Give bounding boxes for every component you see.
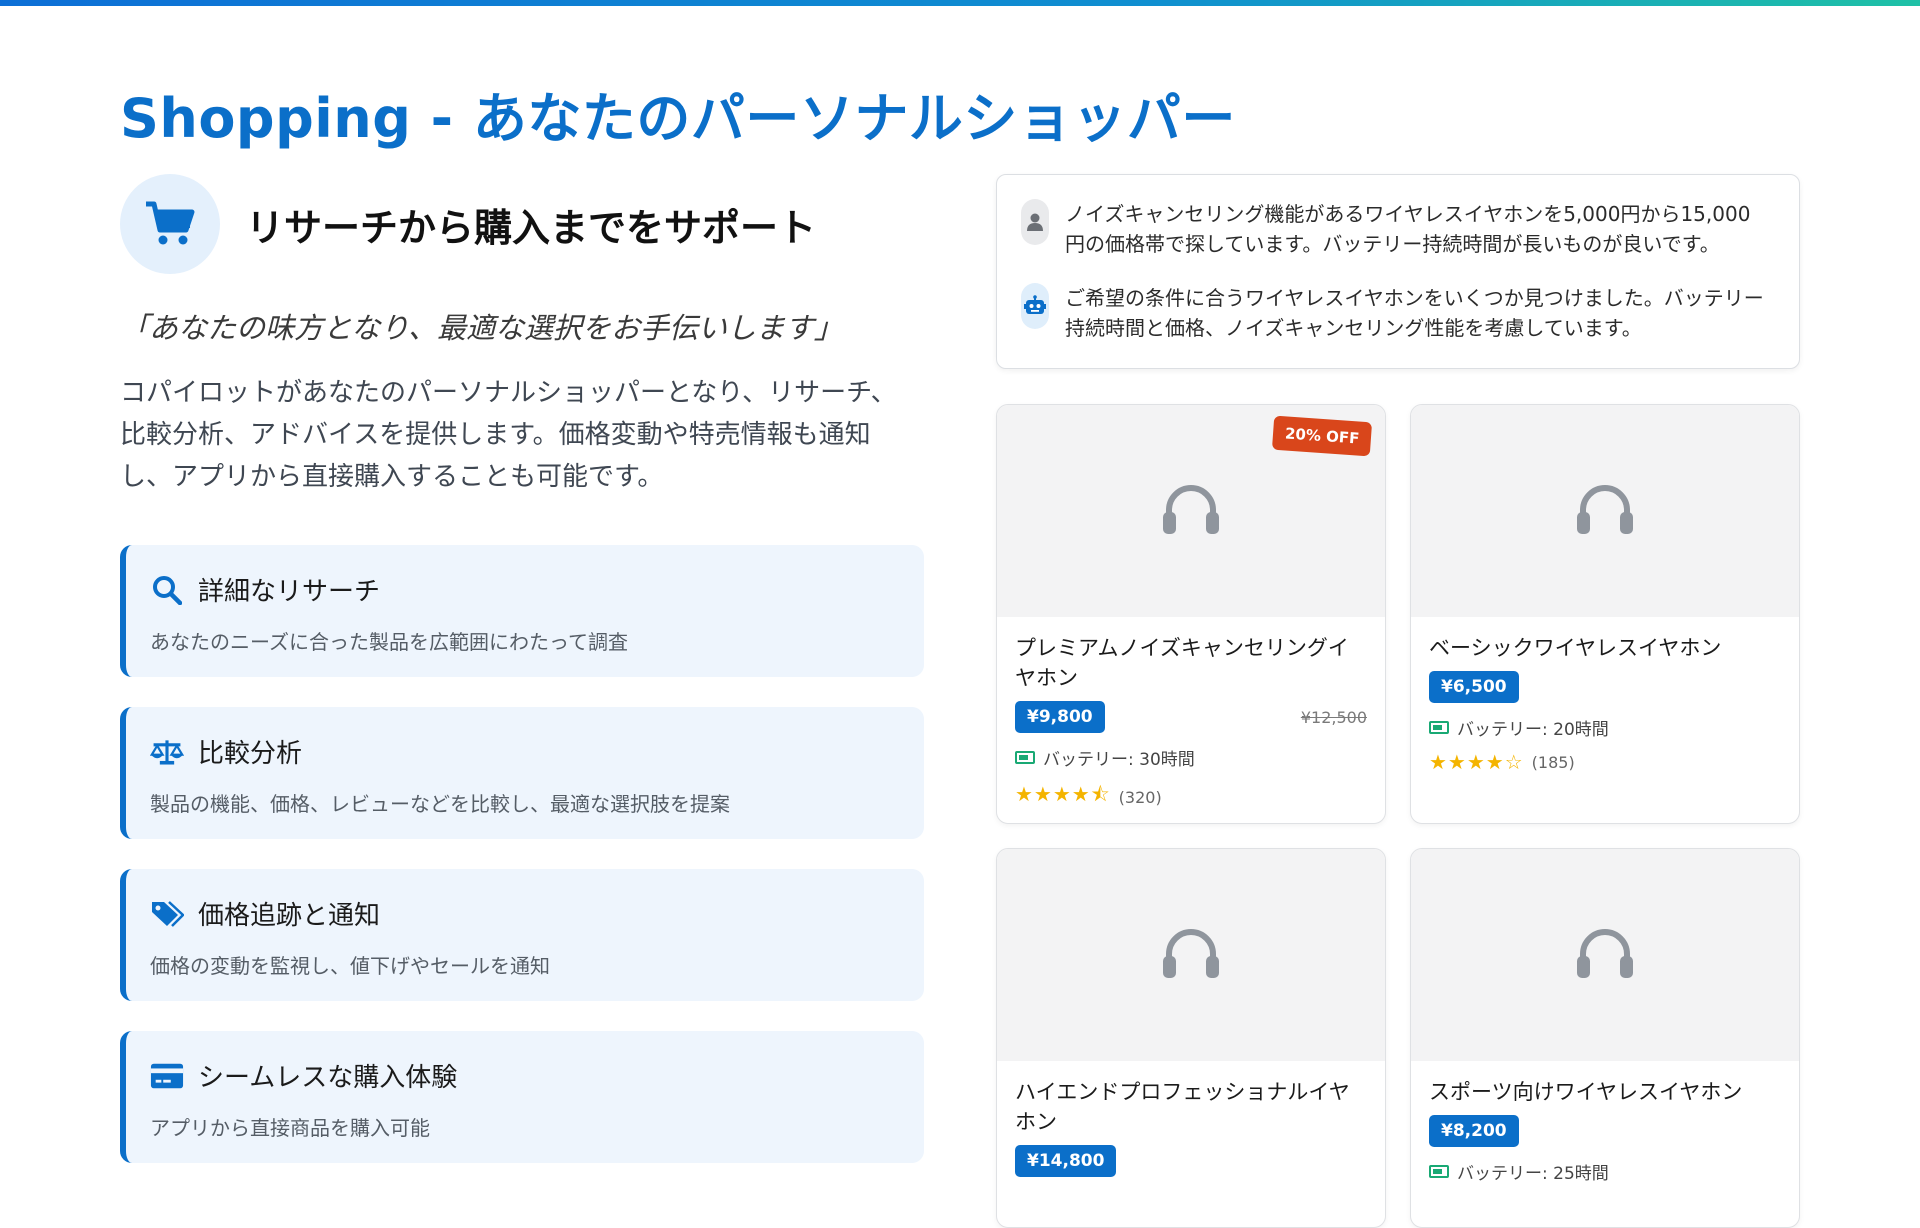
headphones-icon (1575, 926, 1635, 984)
battery-icon (1429, 721, 1449, 734)
headphones-icon (1575, 482, 1635, 540)
product-card[interactable]: 20% OFF プレミアムノイズキャンセリングイヤホン ¥9,800 ¥12,5… (996, 404, 1386, 824)
page-title: Shopping - あなたのパーソナルショッパー (120, 87, 1236, 150)
battery-info: バッテリー: 20時間 (1429, 715, 1781, 740)
credit-card-icon (150, 1059, 184, 1093)
battery-label: バッテリー: 30時間 (1043, 750, 1195, 770)
product-card[interactable]: スポーツ向けワイヤレスイヤホン ¥8,200 バッテリー: 25時間 (1410, 848, 1800, 1228)
price-badge: ¥8,200 (1429, 1115, 1519, 1147)
price-badge: ¥9,800 (1015, 701, 1105, 733)
top-accent-bar (0, 0, 1920, 6)
product-image (997, 849, 1385, 1061)
feature-desc: 価格の変動を監視し、値下げやセールを通知 (150, 954, 550, 978)
product-image (1411, 849, 1799, 1061)
chat-panel: ノイズキャンセリング機能があるワイヤレスイヤホンを5,000円から15,000円… (996, 174, 1800, 369)
battery-label: バッテリー: 20時間 (1457, 720, 1609, 740)
battery-info: バッテリー: 25時間 (1429, 1159, 1781, 1184)
star-rating: ★★★★☆ (1429, 750, 1524, 774)
feature-card-price-tracking: 価格追跡と通知 価格の変動を監視し、値下げやセールを通知 (120, 869, 924, 1001)
feature-desc: 製品の機能、価格、レビューなどを比較し、最適な選択肢を提案 (150, 792, 730, 816)
rating: ★★★★☆ (185) (1429, 750, 1781, 774)
scale-icon (150, 735, 184, 769)
feature-title: 詳細なリサーチ (198, 577, 381, 607)
user-message: ノイズキャンセリング機能があるワイヤレスイヤホンを5,000円から15,000円… (1021, 199, 1765, 259)
search-icon (150, 573, 184, 607)
tagline-quote: 「あなたの味方となり、最適な選択をお手伝いします」 (120, 311, 843, 345)
hero-title: リサーチから購入までをサポート (246, 205, 817, 250)
review-count: (185) (1531, 752, 1575, 772)
review-count: (320) (1118, 787, 1162, 807)
product-name[interactable]: プレミアムノイズキャンセリングイヤホン (1015, 633, 1367, 693)
product-name[interactable]: ベーシックワイヤレスイヤホン (1429, 633, 1781, 663)
price-badge: ¥6,500 (1429, 671, 1519, 703)
shopping-cart-icon (120, 174, 220, 274)
battery-icon (1015, 751, 1035, 764)
product-name[interactable]: ハイエンドプロフェッショナルイヤホン (1015, 1077, 1367, 1137)
price-badge: ¥14,800 (1015, 1145, 1117, 1177)
feature-desc: あなたのニーズに合った製品を広範囲にわたって調査 (150, 630, 628, 654)
battery-icon (1429, 1165, 1449, 1178)
battery-info: バッテリー: 30時間 (1015, 745, 1367, 770)
feature-title: シームレスな購入体験 (198, 1063, 458, 1093)
product-card[interactable]: ベーシックワイヤレスイヤホン ¥6,500 バッテリー: 20時間 ★★★★☆ … (1410, 404, 1800, 824)
battery-label: バッテリー: 25時間 (1457, 1164, 1609, 1184)
original-price: ¥12,500 (1300, 707, 1367, 727)
feature-card-comparison: 比較分析 製品の機能、価格、レビューなどを比較し、最適な選択肢を提案 (120, 707, 924, 839)
product-image (1411, 405, 1799, 617)
feature-desc: アプリから直接商品を購入可能 (150, 1116, 430, 1140)
hero: リサーチから購入までをサポート (120, 174, 816, 274)
description: コパイロットがあなたのパーソナルショッパーとなり、リサーチ、比較分析、アドバイス… (120, 378, 897, 492)
feature-title: 比較分析 (198, 739, 303, 769)
assistant-message: ご希望の条件に合うワイヤレスイヤホンをいくつか見つけました。バッテリー持続時間と… (1021, 283, 1765, 343)
robot-icon (1021, 283, 1049, 329)
feature-card-purchase: シームレスな購入体験 アプリから直接商品を購入可能 (120, 1031, 924, 1163)
user-message-text: ノイズキャンセリング機能があるワイヤレスイヤホンを5,000円から15,000円… (1065, 202, 1751, 256)
product-name[interactable]: スポーツ向けワイヤレスイヤホン (1429, 1077, 1781, 1107)
product-card[interactable]: ハイエンドプロフェッショナルイヤホン ¥14,800 (996, 848, 1386, 1228)
headphones-icon (1161, 926, 1221, 984)
headphones-icon (1161, 482, 1221, 540)
feature-title: 価格追跡と通知 (198, 901, 381, 931)
feature-card-research: 詳細なリサーチ あなたのニーズに合った製品を広範囲にわたって調査 (120, 545, 924, 677)
user-avatar-icon (1021, 199, 1049, 245)
star-rating: ★★★★⯪ (1015, 782, 1111, 806)
rating: ★★★★⯪ (320) (1015, 780, 1367, 814)
assistant-message-text: ご希望の条件に合うワイヤレスイヤホンをいくつか見つけました。バッテリー持続時間と… (1065, 286, 1764, 340)
product-image: 20% OFF (997, 405, 1385, 617)
tags-icon (150, 897, 184, 931)
discount-badge: 20% OFF (1271, 415, 1373, 457)
